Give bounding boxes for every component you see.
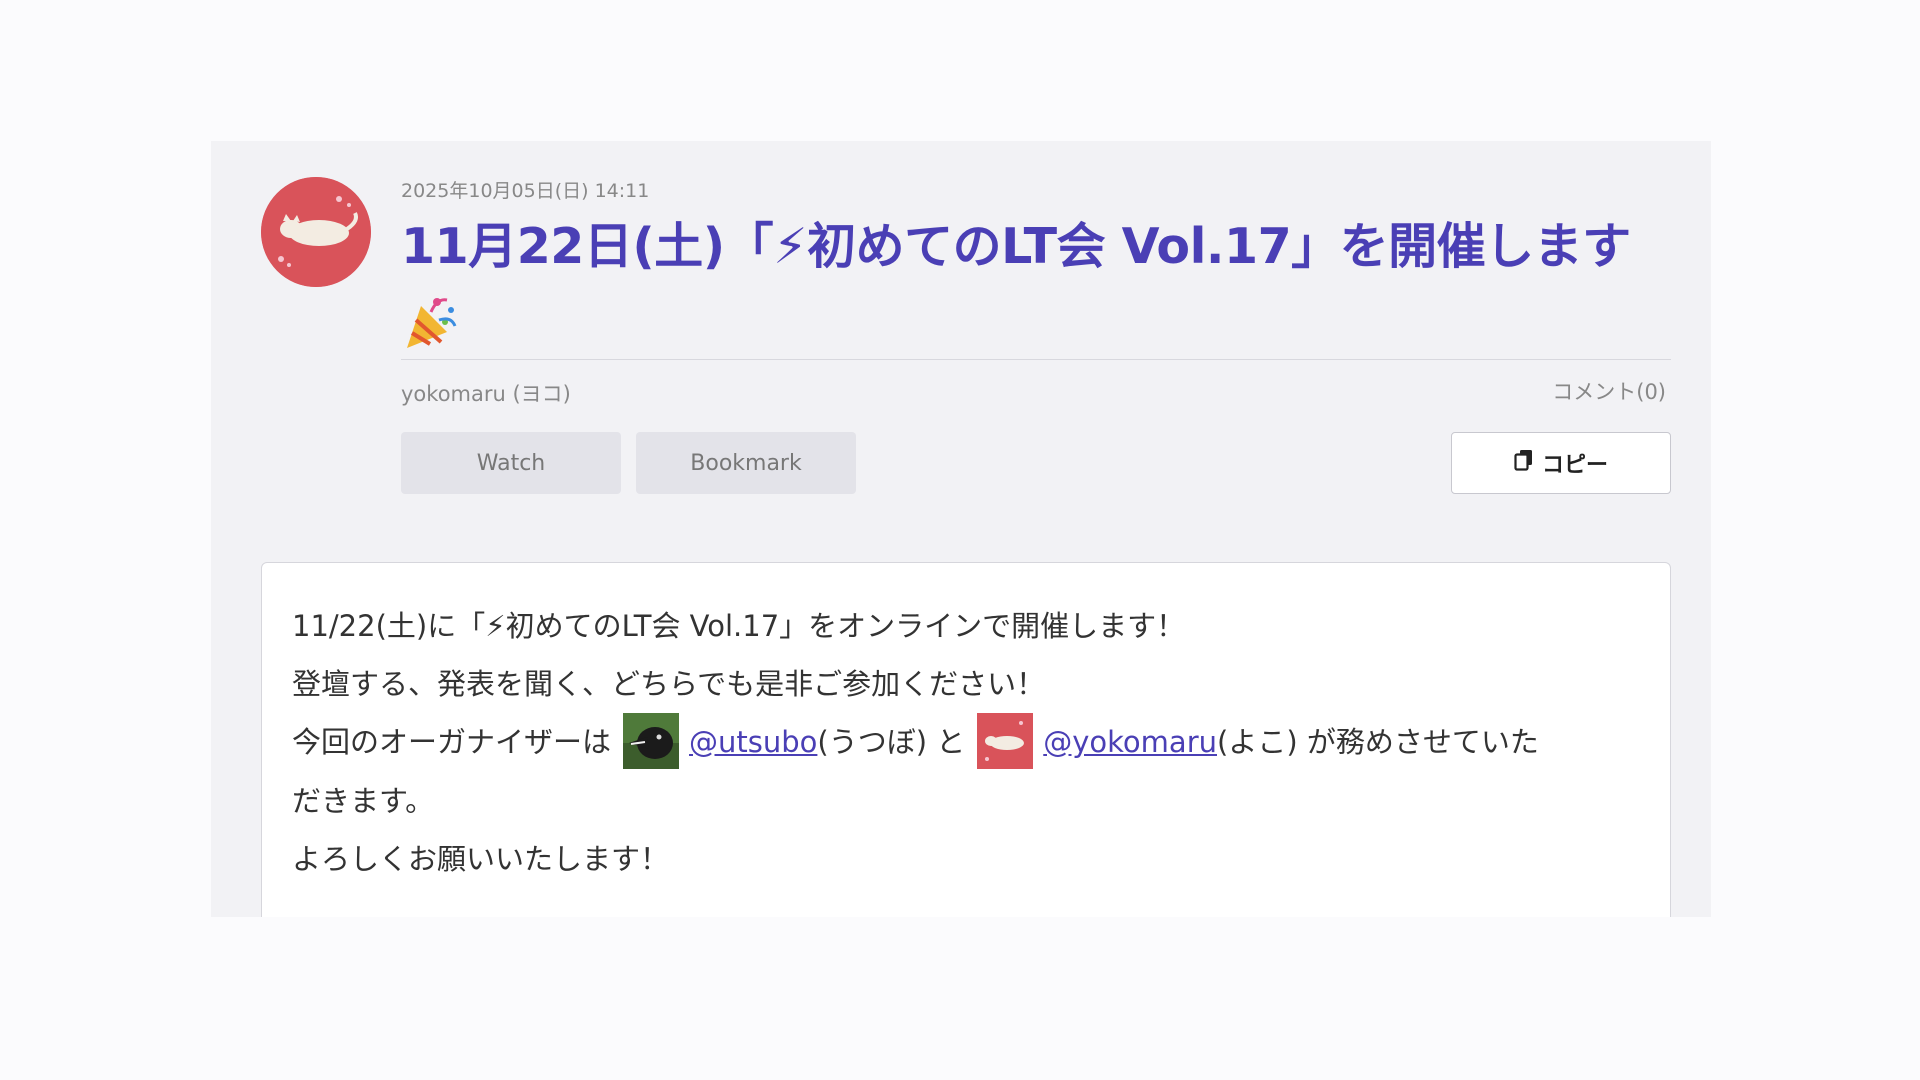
- post-panel: 2025年10月05日(日) 14:11 11月22日(土)「⚡初めてのLT会 …: [211, 141, 1711, 917]
- post-date: 2025年10月05日(日) 14:11: [401, 180, 650, 202]
- post-title[interactable]: 11月22日(土)「⚡初めてのLT会 Vol.17」を開催します: [401, 211, 1671, 355]
- post-body: 11/22(土)に「⚡初めてのLT会 Vol.17」をオンラインで開催します！ …: [261, 562, 1671, 917]
- copy-button-label: コピー: [1541, 453, 1608, 478]
- action-bar: Watch Bookmark コピー: [401, 432, 1671, 496]
- author-avatar[interactable]: [261, 177, 371, 287]
- yokomaru-avatar: [977, 713, 1034, 769]
- body-line-5: よろしくお願いいたします！: [292, 842, 670, 876]
- bookmark-button[interactable]: Bookmark: [636, 432, 856, 494]
- watch-button[interactable]: Watch: [401, 432, 621, 494]
- copy-icon: [1514, 449, 1534, 477]
- mention-yokomaru[interactable]: @yokomaru: [1043, 725, 1217, 759]
- party-popper-icon: [401, 292, 461, 352]
- bookmark-button-label: Bookmark: [690, 450, 802, 476]
- body-line-4: だきます。: [292, 784, 435, 818]
- copy-button[interactable]: コピー: [1451, 432, 1671, 494]
- utsubo-avatar: [623, 713, 680, 769]
- post-title-text: 11月22日(土)「⚡初めてのLT会 Vol.17」を開催します: [401, 218, 1631, 275]
- mention-utsubo-suffix: (うつぼ) と: [817, 725, 966, 759]
- body-line-2: 登壇する、発表を聞く、どちらでも是非ご参加ください！: [292, 667, 1046, 701]
- body-line-1: 11/22(土)に「⚡初めてのLT会 Vol.17」をオンラインで開催します！: [292, 609, 1186, 643]
- body-line-3: 今回のオーガナイザーは @utsubo(うつぼ) と @yokomaru(よこ) が…: [292, 713, 1640, 772]
- meta-row: yokomaru (ヨコ) コメント(0): [401, 360, 1671, 410]
- cat-avatar-icon: [261, 177, 371, 287]
- body-line-3-prefix: 今回のオーガナイザーは: [292, 725, 612, 759]
- mention-yokomaru-suffix: (よこ) が務めさせていた: [1217, 725, 1539, 759]
- post-header: 2025年10月05日(日) 14:11 11月22日(土)「⚡初めてのLT会 …: [401, 179, 1671, 496]
- comment-count[interactable]: コメント(0): [1552, 376, 1666, 406]
- mention-utsubo[interactable]: @utsubo: [689, 725, 817, 759]
- author-name[interactable]: yokomaru (ヨコ): [401, 378, 571, 408]
- watch-button-label: Watch: [476, 450, 546, 476]
